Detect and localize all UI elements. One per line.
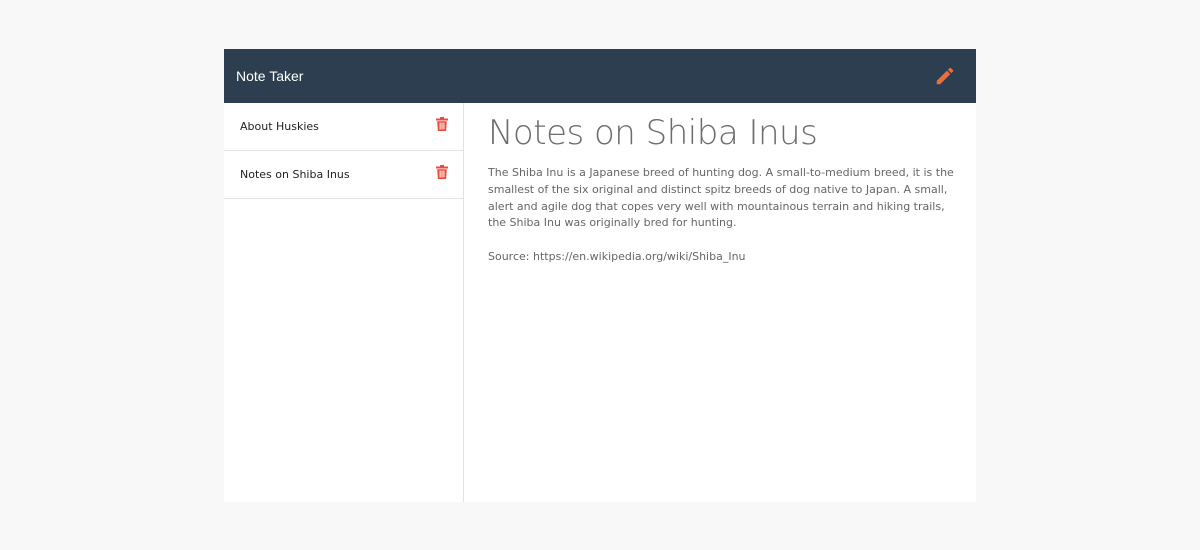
note-list-item-title[interactable]: About Huskies — [240, 120, 319, 133]
note-text-field[interactable]: The Shiba Inu is a Japanese breed of hun… — [488, 165, 956, 266]
app-container: Note Taker About Huskies Notes on Shiba … — [224, 49, 976, 502]
navbar: Note Taker — [224, 49, 976, 103]
trash-icon — [436, 164, 448, 179]
delete-note-button[interactable] — [435, 116, 449, 132]
note-list-item-title[interactable]: Notes on Shiba Inus — [240, 168, 350, 181]
content-area: About Huskies Notes on Shiba Inus Notes … — [224, 103, 976, 502]
new-note-button[interactable] — [932, 63, 958, 89]
note-list-item[interactable]: Notes on Shiba Inus — [224, 151, 463, 199]
pencil-icon — [936, 67, 954, 85]
trash-icon — [436, 116, 448, 131]
navbar-brand[interactable]: Note Taker — [236, 68, 303, 84]
notes-sidebar: About Huskies Notes on Shiba Inus — [224, 103, 464, 502]
note-editor: Notes on Shiba Inus The Shiba Inu is a J… — [464, 103, 976, 502]
note-title-field[interactable]: Notes on Shiba Inus — [488, 111, 956, 155]
delete-note-button[interactable] — [435, 164, 449, 180]
note-list-item[interactable]: About Huskies — [224, 103, 463, 151]
